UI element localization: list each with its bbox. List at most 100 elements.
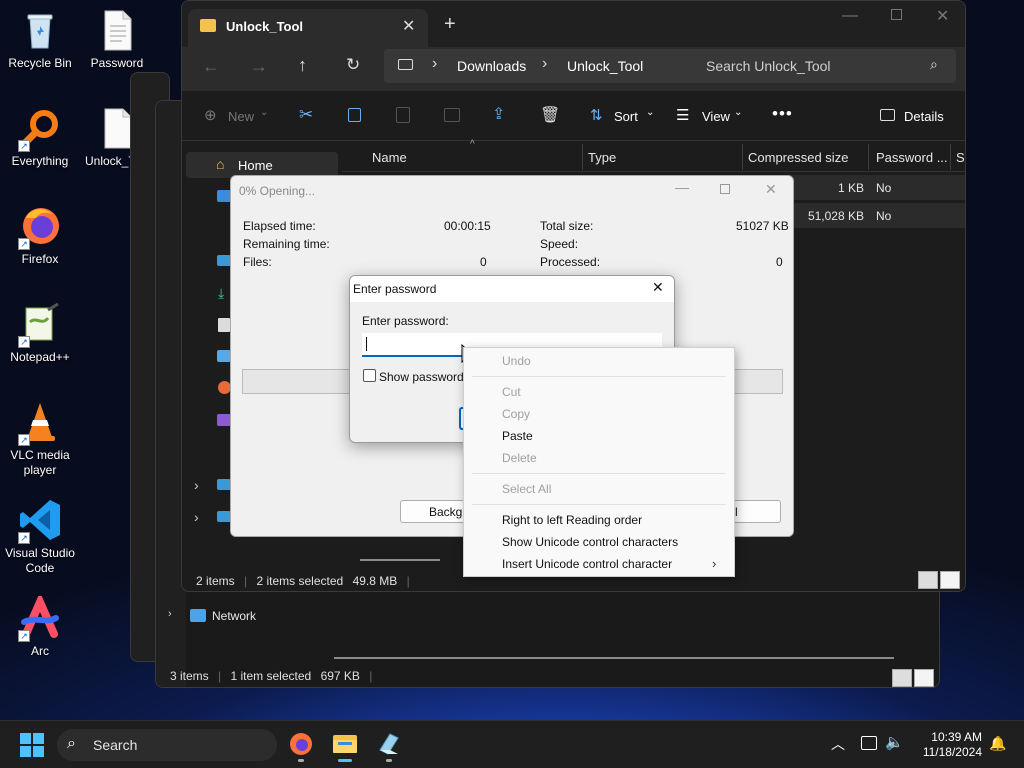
column-header-type[interactable]: Type bbox=[588, 150, 616, 165]
compressed-size-cell: 1 KB bbox=[837, 181, 864, 195]
copy-icon[interactable] bbox=[348, 108, 361, 122]
chevron-right-icon[interactable]: › bbox=[194, 477, 199, 493]
cut-icon[interactable]: ✂ bbox=[299, 105, 313, 125]
desktop-icon-label: Arc bbox=[31, 644, 49, 658]
volume-icon[interactable]: 🔈 bbox=[885, 733, 904, 751]
show-password-label: Show password bbox=[379, 370, 464, 384]
paste-icon[interactable] bbox=[396, 107, 410, 123]
taskbar-file-explorer[interactable] bbox=[330, 730, 360, 762]
downloads-icon[interactable]: ⤓ bbox=[218, 285, 224, 302]
more-options-icon[interactable]: ••• bbox=[772, 104, 793, 124]
menu-separator bbox=[472, 376, 726, 377]
breadcrumb-downloads[interactable]: Downloads bbox=[457, 58, 526, 74]
desktop-folder-icon[interactable] bbox=[217, 255, 231, 266]
desktop-icon-label: VLC media player bbox=[10, 448, 70, 477]
menu-item-paste[interactable]: Paste bbox=[464, 425, 734, 447]
breadcrumb-unlock-tool[interactable]: Unlock_Tool bbox=[567, 58, 643, 74]
menu-item-show-unicode-control[interactable]: Show Unicode control characters bbox=[464, 531, 734, 553]
notification-bell-icon[interactable]: 🔔 bbox=[989, 735, 1006, 752]
refresh-icon[interactable]: ↻ bbox=[346, 55, 360, 75]
menu-item-delete[interactable]: Delete bbox=[464, 447, 734, 469]
videos-icon[interactable] bbox=[217, 414, 231, 426]
share-icon[interactable]: ⇪ bbox=[492, 104, 505, 124]
elapsed-time-value: 00:00:15 bbox=[444, 219, 491, 233]
desktop-icon-firefox[interactable]: ↗ Firefox bbox=[0, 204, 80, 267]
status-bar: 3 items | 1 item selected 697 KB | bbox=[170, 669, 373, 683]
dialog-title: Enter password bbox=[353, 282, 437, 296]
nav-item-network[interactable]: › Network bbox=[168, 606, 308, 626]
horizontal-scrollbar[interactable] bbox=[334, 657, 894, 659]
desktop-icon-vscode[interactable]: ↗ Visual Studio Code bbox=[0, 498, 80, 576]
desktop-icon-everything[interactable]: ↗ Everything bbox=[0, 106, 80, 169]
gallery-icon[interactable] bbox=[217, 190, 231, 202]
column-header-compressed-size[interactable]: Compressed size bbox=[748, 150, 848, 165]
search-box[interactable]: Search Unlock_Tool ⌕ bbox=[692, 49, 956, 83]
tiles-view-toggle[interactable] bbox=[914, 669, 934, 687]
network-status-icon[interactable] bbox=[861, 736, 877, 750]
speed-label: Speed: bbox=[540, 237, 579, 251]
show-hidden-icons-chevron-icon[interactable]: ︿ bbox=[831, 734, 845, 754]
close-icon[interactable]: ✕ bbox=[652, 279, 664, 296]
tiles-view-toggle[interactable] bbox=[940, 571, 960, 589]
show-password-checkbox[interactable] bbox=[363, 369, 376, 382]
details-view-toggle[interactable] bbox=[918, 571, 938, 589]
menu-item-select-all[interactable]: Select All bbox=[464, 478, 734, 500]
remaining-time-label: Remaining time: bbox=[243, 237, 330, 251]
maximize-icon[interactable] bbox=[891, 9, 902, 20]
minimize-icon[interactable]: — bbox=[842, 7, 858, 25]
close-tab-icon[interactable]: ✕ bbox=[402, 16, 415, 36]
start-button[interactable] bbox=[20, 733, 44, 757]
dialog-title: 0% Opening... bbox=[239, 184, 316, 198]
total-size-value: 51027 KB bbox=[736, 219, 789, 233]
back-arrow-icon[interactable]: ← bbox=[202, 56, 220, 77]
menu-item-copy[interactable]: Copy bbox=[464, 403, 734, 425]
details-view-toggle[interactable] bbox=[892, 669, 912, 687]
desktop-icon-label: Everything bbox=[11, 154, 69, 168]
chevron-right-icon[interactable]: › bbox=[194, 509, 199, 525]
taskbar-search-label: Search bbox=[93, 737, 138, 753]
close-icon[interactable]: ✕ bbox=[765, 181, 777, 198]
password-cell: No bbox=[876, 181, 892, 195]
maximize-icon[interactable] bbox=[720, 184, 730, 194]
new-button[interactable]: ⊕ New ⌄ bbox=[202, 107, 272, 127]
close-window-icon[interactable]: ✕ bbox=[936, 6, 949, 26]
desktop-icon-notepadpp[interactable]: ↗ Notepad++ bbox=[0, 302, 80, 365]
details-pane-icon bbox=[880, 109, 895, 121]
menu-item-insert-unicode-control[interactable]: Insert Unicode control character › bbox=[464, 553, 734, 575]
status-items-count: 3 items bbox=[170, 669, 209, 683]
desktop-icon-recycle-bin[interactable]: Recycle Bin bbox=[0, 8, 80, 71]
archive-app-icon bbox=[379, 733, 399, 755]
column-header-size[interactable]: Si bbox=[956, 150, 965, 165]
background-button-label: Backgr bbox=[429, 505, 467, 519]
tab-unlock-tool[interactable]: Unlock_Tool ✕ bbox=[188, 9, 428, 47]
delete-icon[interactable]: 🗑 bbox=[540, 105, 560, 125]
menu-item-undo[interactable]: Undo bbox=[464, 350, 734, 372]
this-pc-nav-icon[interactable] bbox=[217, 479, 231, 490]
desktop-icon-password[interactable]: Password bbox=[77, 8, 157, 71]
horizontal-scrollbar[interactable] bbox=[360, 559, 440, 561]
column-header-password[interactable]: Password ... bbox=[876, 150, 948, 165]
desktop-icon-arc[interactable]: ↗ Arc bbox=[0, 592, 80, 659]
minimize-icon[interactable]: — bbox=[675, 179, 689, 195]
forward-arrow-icon[interactable]: → bbox=[250, 56, 268, 77]
chevron-down-icon: ⌄ bbox=[734, 107, 743, 118]
rename-icon[interactable] bbox=[444, 108, 460, 122]
plus-circle-icon: ⊕ bbox=[204, 107, 217, 124]
running-indicator bbox=[386, 759, 392, 762]
documents-icon[interactable] bbox=[218, 318, 230, 332]
up-arrow-icon[interactable]: ↑ bbox=[298, 55, 307, 76]
taskbar-firefox[interactable] bbox=[286, 730, 316, 762]
taskbar-search[interactable]: ⌕ Search bbox=[57, 729, 277, 761]
menu-item-cut[interactable]: Cut bbox=[464, 381, 734, 403]
desktop-icon-vlc[interactable]: ↗ VLC media player bbox=[0, 400, 80, 478]
new-tab-icon[interactable]: + bbox=[444, 13, 456, 36]
pictures-icon[interactable] bbox=[217, 350, 231, 362]
network-nav-icon[interactable] bbox=[217, 511, 231, 522]
taskbar-7zip-archive[interactable] bbox=[374, 730, 404, 762]
details-pane-button[interactable]: Details bbox=[880, 107, 960, 127]
menu-item-rtl-reading-order[interactable]: Right to left Reading order bbox=[464, 509, 734, 531]
sort-button[interactable]: ⇅ Sort ⌄ bbox=[590, 107, 654, 127]
view-button[interactable]: ☰ View ⌄ bbox=[676, 107, 746, 127]
clock[interactable]: 10:39 AM 11/18/2024 bbox=[910, 730, 982, 760]
column-header-name[interactable]: Name bbox=[372, 150, 407, 165]
